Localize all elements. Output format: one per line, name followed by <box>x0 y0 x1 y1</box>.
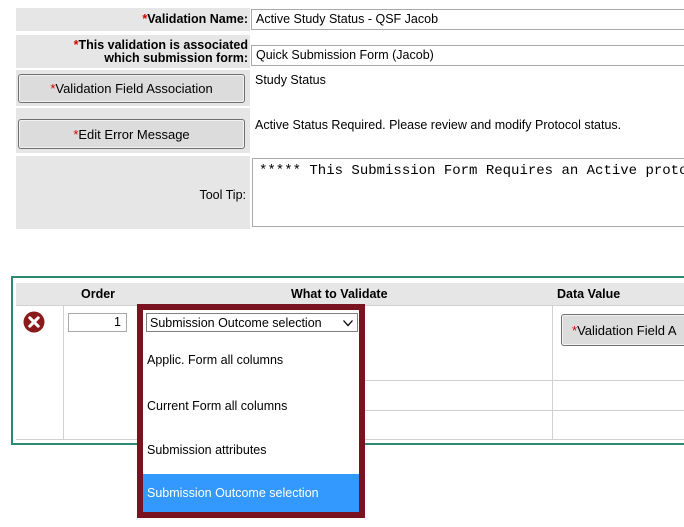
edit-error-message-button[interactable]: * Edit Error Message <box>18 119 245 149</box>
dropdown-option[interactable]: Current Form all columns <box>143 386 359 426</box>
chevron-down-icon <box>342 317 354 329</box>
dropdown-option-selected[interactable]: Submission Outcome selection <box>143 474 359 512</box>
error-message-value: Active Status Required. Please review an… <box>255 118 622 132</box>
validation-form: *Validation Name: Active Study Status - … <box>0 0 684 240</box>
order-header: Order <box>81 287 116 301</box>
submission-form-input[interactable]: Quick Submission Form (Jacob) <box>251 45 684 66</box>
delete-row-icon[interactable] <box>23 311 45 333</box>
dropdown-option[interactable]: Applic. Form all columns <box>143 340 359 380</box>
grid-col-line <box>552 305 553 440</box>
grid-row-line <box>360 380 684 381</box>
what-to-validate-header: What to Validate <box>291 287 388 301</box>
data-value-header: Data Value <box>557 287 621 301</box>
submission-form-label: *This validation is associated which sub… <box>73 38 248 65</box>
tool-tip-textarea[interactable]: ***** This Submission Form Requires an A… <box>252 158 684 227</box>
data-value-field-association-button[interactable]: * Validation Field A <box>561 314 684 346</box>
validation-field-association-button[interactable]: * Validation Field Association <box>18 74 245 103</box>
grid-col-line <box>63 305 64 440</box>
what-to-validate-dropdown: Submission Outcome selection Applic. For… <box>137 304 365 518</box>
validation-name-input[interactable]: Active Study Status - QSF Jacob <box>251 9 684 30</box>
tool-tip-label: Tool Tip: <box>199 188 246 202</box>
validation-name-label: *Validation Name: <box>142 12 248 26</box>
dropdown-option[interactable]: Submission attributes <box>143 430 359 470</box>
grid-row-line <box>360 410 684 411</box>
order-input[interactable]: 1 <box>68 313 127 332</box>
what-to-validate-select[interactable]: Submission Outcome selection <box>146 313 358 332</box>
field-association-value: Study Status <box>255 73 326 87</box>
